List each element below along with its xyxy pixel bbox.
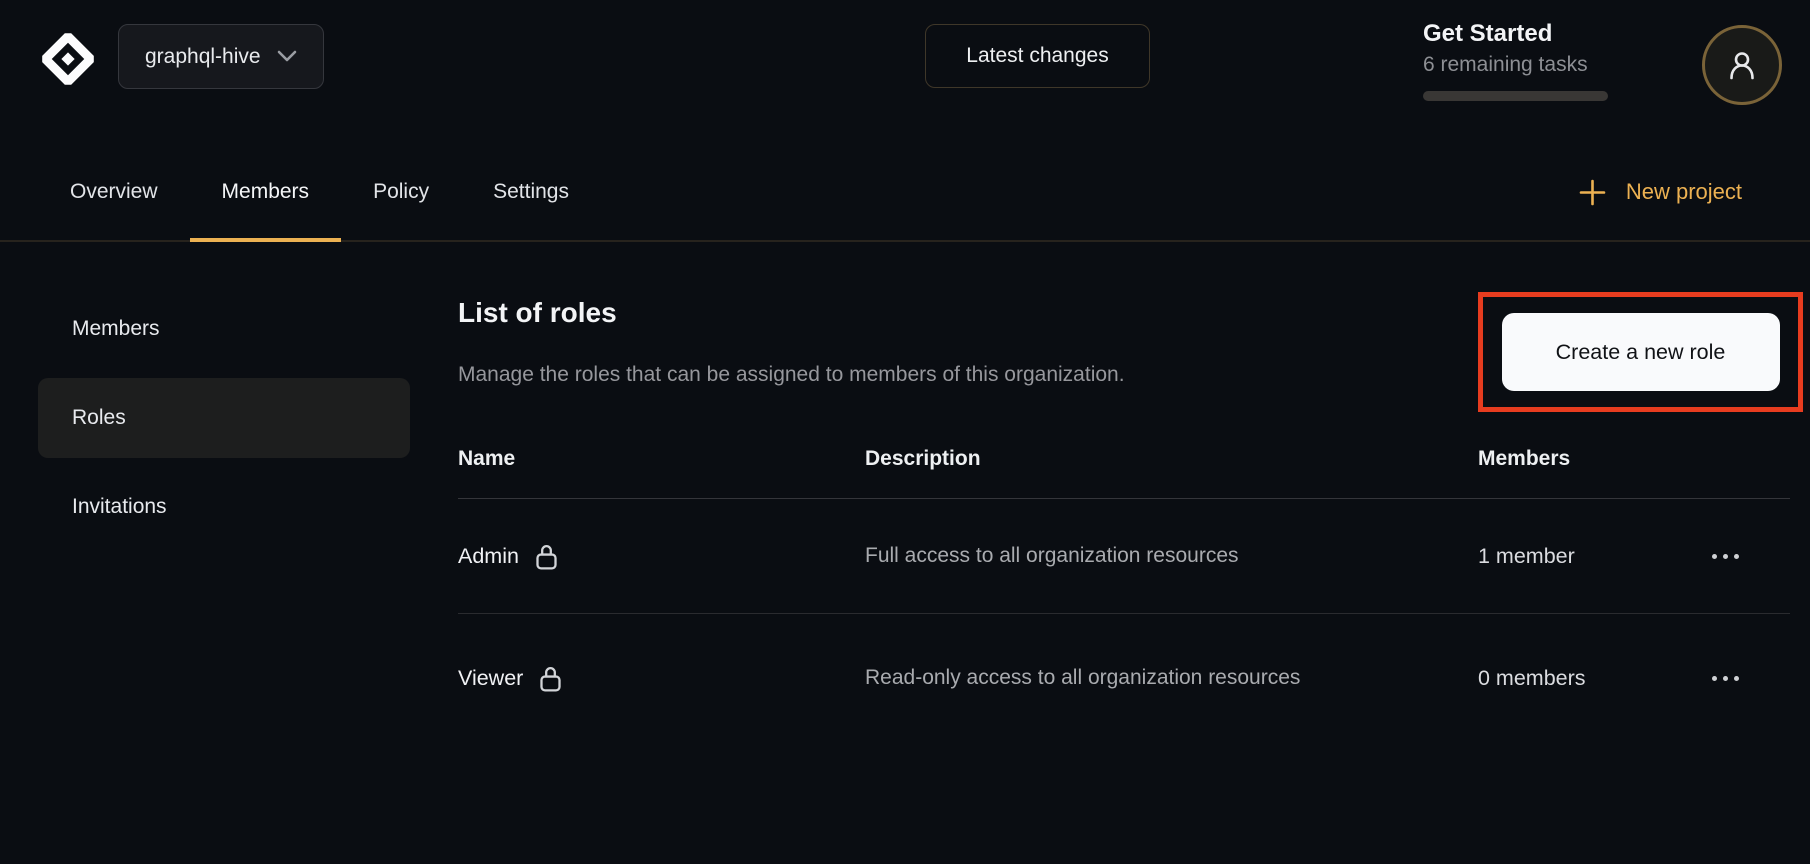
hive-logo-icon xyxy=(36,27,100,91)
create-new-role-button[interactable]: Create a new role xyxy=(1502,313,1780,391)
sidebar-item-roles[interactable]: Roles xyxy=(38,378,410,458)
roles-table: Name Description Members Admin Full acce… xyxy=(458,420,1790,742)
tab-members[interactable]: Members xyxy=(190,144,342,240)
annotation-highlight-box: Create a new role xyxy=(1478,292,1803,412)
get-started-progress-bar xyxy=(1423,91,1608,101)
role-members-count: 1 member xyxy=(1478,544,1660,569)
row-actions-menu-button[interactable] xyxy=(1698,540,1753,573)
role-description: Read-only access to all organization res… xyxy=(865,657,1335,699)
get-started-widget[interactable]: Get Started 6 remaining tasks xyxy=(1423,19,1608,101)
org-selector-label: graphql-hive xyxy=(145,45,261,69)
plus-icon xyxy=(1579,179,1606,206)
org-selector-button[interactable]: graphql-hive xyxy=(118,24,324,89)
sidebar-item-invitations[interactable]: Invitations xyxy=(38,467,410,547)
column-header-name: Name xyxy=(458,447,865,471)
members-sidebar: Members Roles Invitations xyxy=(38,289,410,556)
row-actions-menu-button[interactable] xyxy=(1698,662,1753,695)
lock-icon xyxy=(539,664,562,693)
tab-overview[interactable]: Overview xyxy=(38,144,190,240)
new-project-label: New project xyxy=(1626,179,1742,205)
roles-table-header: Name Description Members xyxy=(458,420,1790,499)
get-started-remaining-tasks: 6 remaining tasks xyxy=(1423,51,1608,79)
column-header-members: Members xyxy=(1478,447,1660,471)
get-started-title: Get Started xyxy=(1423,19,1608,49)
user-menu-button[interactable] xyxy=(1702,25,1782,105)
page-title: List of roles xyxy=(458,297,617,329)
person-icon xyxy=(1724,47,1760,83)
hive-logo[interactable] xyxy=(36,27,100,91)
page-subtitle: Manage the roles that can be assigned to… xyxy=(458,363,1125,387)
latest-changes-button[interactable]: Latest changes xyxy=(925,24,1150,88)
lock-icon xyxy=(535,542,558,571)
tab-settings[interactable]: Settings xyxy=(461,144,601,240)
role-name: Viewer xyxy=(458,666,523,691)
role-description: Full access to all organization resource… xyxy=(865,535,1335,577)
column-header-description: Description xyxy=(865,447,1478,471)
sidebar-item-members[interactable]: Members xyxy=(38,289,410,369)
role-name: Admin xyxy=(458,544,519,569)
table-row-viewer: Viewer Read-only access to all organizat… xyxy=(458,614,1790,742)
tab-policy[interactable]: Policy xyxy=(341,144,461,240)
org-tabs: Overview Members Policy Settings xyxy=(38,144,601,240)
roles-panel: List of roles Manage the roles that can … xyxy=(458,241,1790,864)
app-window: graphql-hive Latest changes Get Started … xyxy=(0,0,1810,864)
new-project-button[interactable]: New project xyxy=(1573,144,1748,240)
chevron-down-icon xyxy=(277,50,297,63)
org-tabbar: Overview Members Policy Settings New pro… xyxy=(0,144,1810,242)
table-row-admin: Admin Full access to all organization re… xyxy=(458,499,1790,614)
role-members-count: 0 members xyxy=(1478,666,1660,691)
